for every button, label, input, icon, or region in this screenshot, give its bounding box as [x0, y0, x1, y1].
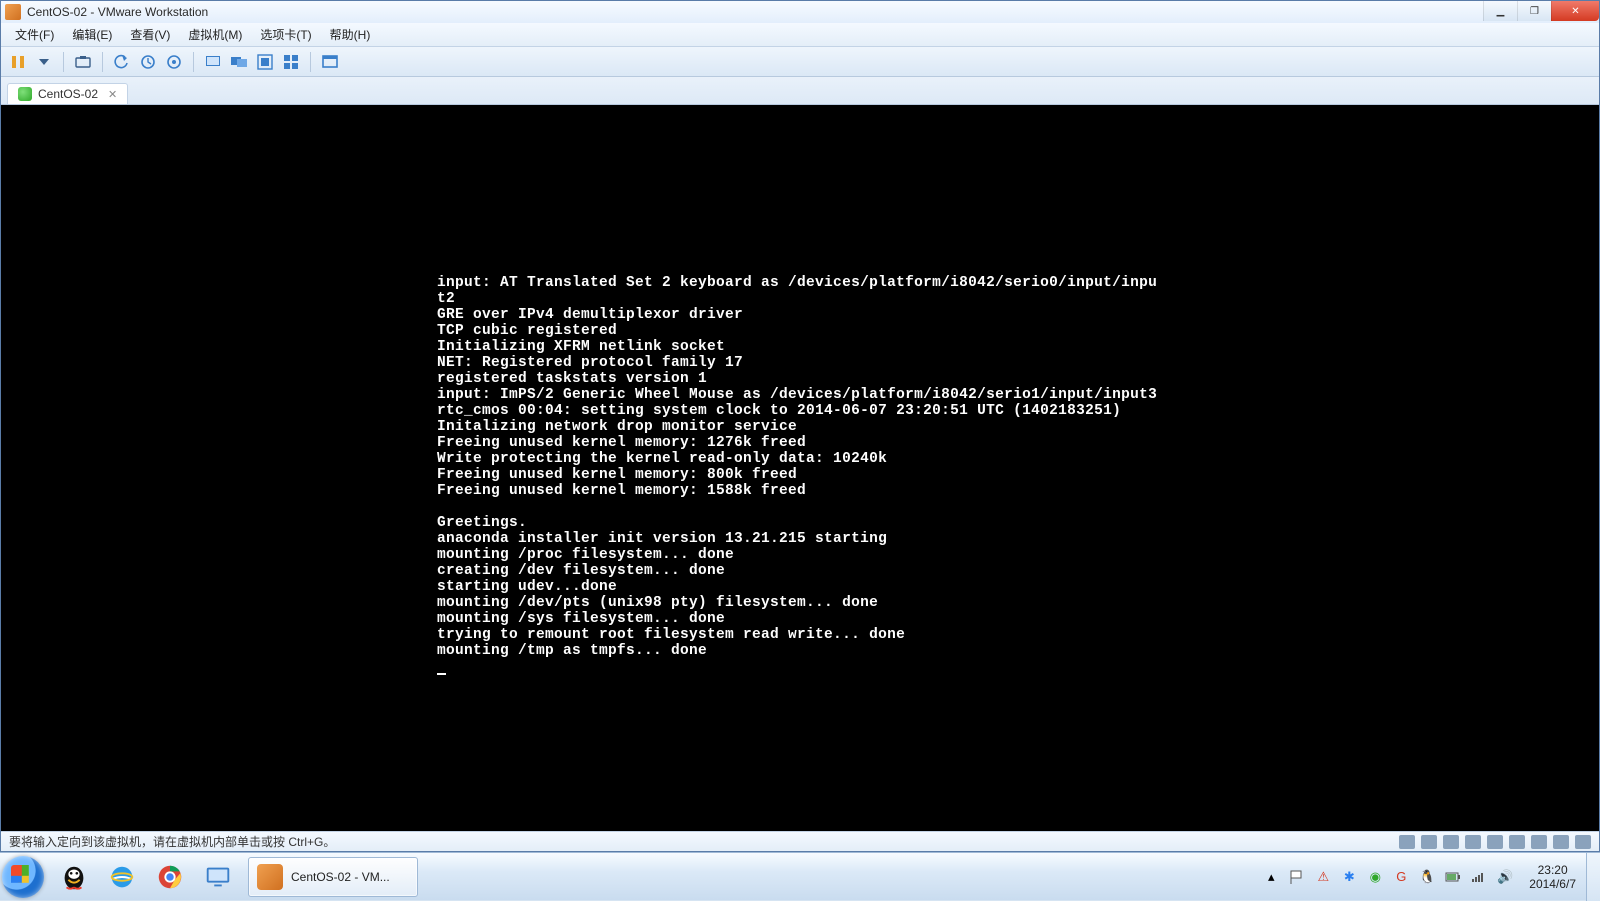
system-tray: ▴ ⚠ ✱ ◉ G 🐧 🔊 23:20 2014/6/7: [1259, 863, 1586, 891]
tab-label: CentOS-02: [38, 87, 98, 101]
thumbnail-button[interactable]: [280, 51, 302, 73]
menu-tabs[interactable]: 选项卡(T): [252, 24, 319, 45]
sound-icon[interactable]: [1509, 835, 1525, 849]
pinned-chrome[interactable]: [148, 857, 192, 897]
app-window: CentOS-02 - VMware Workstation ▁ ❐ ✕ 文件(…: [0, 0, 1600, 852]
taskbar-app-label: CentOS-02 - VM...: [291, 870, 390, 884]
cursor: [437, 673, 446, 675]
snapshot-manager-button[interactable]: [163, 51, 185, 73]
menubar: 文件(F) 编辑(E) 查看(V) 虚拟机(M) 选项卡(T) 帮助(H): [1, 23, 1599, 47]
tray-chevron-icon[interactable]: ▴: [1263, 869, 1279, 885]
pinned-qq[interactable]: [52, 857, 96, 897]
menu-view[interactable]: 查看(V): [122, 24, 178, 45]
display-icon[interactable]: [1553, 835, 1569, 849]
tab-close-icon[interactable]: ✕: [108, 88, 117, 101]
minimize-button[interactable]: ▁: [1483, 1, 1517, 21]
toolbar-separator: [310, 52, 311, 72]
tray-battery-icon[interactable]: [1445, 869, 1461, 885]
suspend-button[interactable]: [7, 51, 29, 73]
tray-date: 2014/6/7: [1529, 877, 1576, 891]
unity-button[interactable]: [254, 51, 276, 73]
revert-button[interactable]: [111, 51, 133, 73]
close-button[interactable]: ✕: [1551, 1, 1599, 21]
snapshot-button[interactable]: [72, 51, 94, 73]
boot-console-output: input: AT Translated Set 2 keyboard as /…: [437, 275, 1167, 675]
windows-taskbar: CentOS-02 - VM... ▴ ⚠ ✱ ◉ G 🐧 🔊 23:20 20…: [0, 852, 1600, 900]
vmware-icon: [257, 864, 283, 890]
tray-shield-icon[interactable]: ◉: [1367, 869, 1383, 885]
printer-icon[interactable]: [1531, 835, 1547, 849]
fullscreen-button[interactable]: [319, 51, 341, 73]
titlebar[interactable]: CentOS-02 - VMware Workstation ▁ ❐ ✕: [1, 1, 1599, 23]
harddisk-icon[interactable]: [1399, 835, 1415, 849]
show-console-button[interactable]: [202, 51, 224, 73]
tray-flag-icon[interactable]: [1289, 869, 1305, 885]
status-hint: 要将输入定向到该虚拟机，请在虚拟机内部单击或按 Ctrl+G。: [9, 833, 335, 850]
cdrom-icon[interactable]: [1421, 835, 1437, 849]
toolbar-separator: [63, 52, 64, 72]
tray-bluetooth-icon[interactable]: ✱: [1341, 869, 1357, 885]
menu-edit[interactable]: 编辑(E): [64, 24, 120, 45]
app-icon: [5, 4, 21, 20]
toolbar: [1, 47, 1599, 77]
vm-viewport[interactable]: input: AT Translated Set 2 keyboard as /…: [1, 105, 1599, 831]
window-title: CentOS-02 - VMware Workstation: [27, 5, 208, 19]
toolbar-dropdown[interactable]: [33, 51, 55, 73]
tabbar: CentOS-02 ✕: [1, 77, 1599, 105]
device-status-icons: [1399, 835, 1591, 849]
toolbar-separator: [193, 52, 194, 72]
usb-icon[interactable]: [1487, 835, 1503, 849]
tray-app1-icon[interactable]: G: [1393, 869, 1409, 885]
snapshot-take-button[interactable]: [137, 51, 159, 73]
maximize-button[interactable]: ❐: [1517, 1, 1551, 21]
floppy-icon[interactable]: [1443, 835, 1459, 849]
vm-icon: [18, 87, 32, 101]
menu-help[interactable]: 帮助(H): [322, 24, 379, 45]
pinned-explorer[interactable]: [196, 857, 240, 897]
network-adapter-icon[interactable]: [1465, 835, 1481, 849]
pinned-ie[interactable]: [100, 857, 144, 897]
show-desktop-button[interactable]: [1586, 853, 1600, 901]
tray-qq-icon[interactable]: 🐧: [1419, 869, 1435, 885]
statusbar: 要将输入定向到该虚拟机，请在虚拟机内部单击或按 Ctrl+G。: [1, 831, 1599, 851]
toolbar-separator: [102, 52, 103, 72]
tray-time: 23:20: [1529, 863, 1576, 877]
tray-volume-icon[interactable]: 🔊: [1497, 869, 1513, 885]
tray-clock[interactable]: 23:20 2014/6/7: [1523, 863, 1582, 891]
menu-vm[interactable]: 虚拟机(M): [180, 24, 250, 45]
message-log-icon[interactable]: [1575, 835, 1591, 849]
tray-wifi-icon[interactable]: [1471, 869, 1487, 885]
multiple-monitors-button[interactable]: [228, 51, 250, 73]
start-button[interactable]: [2, 856, 44, 898]
menu-file[interactable]: 文件(F): [7, 24, 62, 45]
window-controls: ▁ ❐ ✕: [1483, 1, 1599, 21]
tab-centos02[interactable]: CentOS-02 ✕: [7, 83, 128, 104]
tray-network-icon[interactable]: ⚠: [1315, 869, 1331, 885]
taskbar-app-vmware[interactable]: CentOS-02 - VM...: [248, 857, 418, 897]
